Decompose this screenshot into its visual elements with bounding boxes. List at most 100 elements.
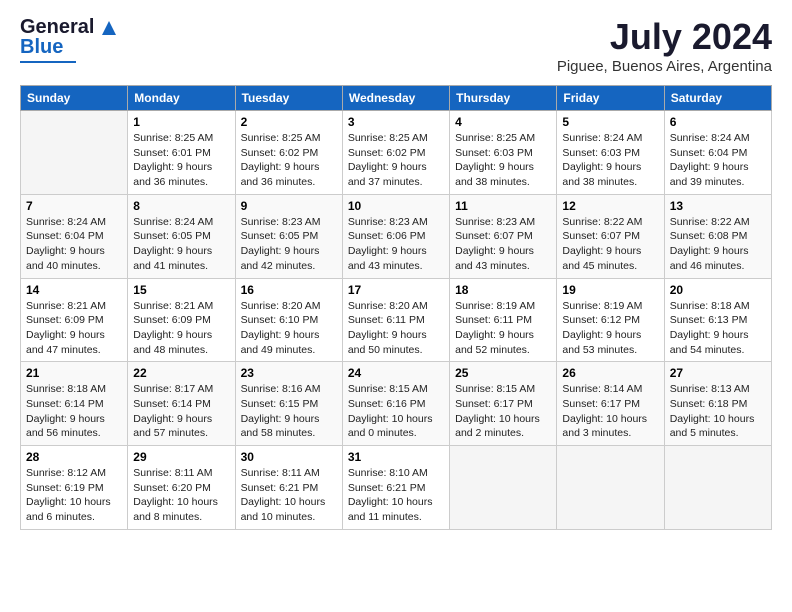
day-number: 18: [455, 283, 551, 297]
sunset-text: Sunset: 6:17 PM: [455, 398, 533, 410]
daylight-text: Daylight: 10 hours and 5 minutes.: [670, 413, 755, 440]
day-cell-w4-d7: 27Sunrise: 8:13 AMSunset: 6:18 PMDayligh…: [664, 362, 771, 446]
day-number: 3: [348, 115, 444, 129]
day-cell-w2-d2: 8 Sunrise: 8:24 AM Sunset: 6:05 PM Daylight…: [128, 194, 235, 278]
sunset-text: Sunset: 6:15 PM: [241, 398, 319, 410]
day-number: 8: [133, 199, 229, 213]
daylight-text: Daylight: 9 hours and 37 minutes.: [348, 161, 427, 188]
daylight-text: Daylight: 9 hours and 47 minutes.: [26, 329, 105, 356]
sunrise-text: Sunrise: 8:22 AM: [562, 216, 642, 228]
day-number: 14: [26, 283, 122, 297]
day-cell-w5-d5: [450, 446, 557, 530]
day-cell-w1-d7: 6Sunrise: 8:24 AMSunset: 6:04 PMDaylight…: [664, 111, 771, 195]
day-cell-w1-d4: 3Sunrise: 8:25 AMSunset: 6:02 PMDaylight…: [342, 111, 449, 195]
sunrise-text: Sunrise: 8:23 AM: [348, 216, 428, 228]
daylight-text: Daylight: 10 hours and 8 minutes.: [133, 496, 218, 523]
sunrise-text: Sunrise: 8:24 AM: [133, 216, 213, 228]
sunrise-text: Sunrise: 8:23 AM: [241, 216, 321, 228]
day-number: 13: [670, 199, 766, 213]
day-info: Sunrise: 8:21 AMSunset: 6:09 PMDaylight:…: [26, 299, 122, 358]
page-subtitle: Piguee, Buenos Aires, Argentina: [557, 58, 772, 75]
logo-triangle-icon: [101, 20, 117, 36]
sunset-text: Sunset: 6:05 PM: [241, 230, 319, 242]
sunrise-text: Sunrise: 8:19 AM: [455, 300, 535, 312]
day-cell-w4-d4: 24Sunrise: 8:15 AMSunset: 6:16 PMDayligh…: [342, 362, 449, 446]
week-row-5: 28Sunrise: 8:12 AMSunset: 6:19 PMDayligh…: [21, 446, 772, 530]
day-number: 10: [348, 199, 444, 213]
day-number: 23: [241, 366, 337, 380]
sunrise-text: Sunrise: 8:18 AM: [26, 383, 106, 395]
sunset-text: Sunset: 6:05 PM: [133, 230, 211, 242]
sunset-text: Sunset: 6:11 PM: [455, 314, 532, 326]
week-row-3: 14Sunrise: 8:21 AMSunset: 6:09 PMDayligh…: [21, 278, 772, 362]
day-cell-w2-d4: 10 Sunrise: 8:23 AMSunset: 6:06 PMDayligh…: [342, 194, 449, 278]
daylight-text: Daylight: 9 hours and 43 minutes.: [348, 245, 427, 272]
daylight-text: Daylight: 9 hours and 39 minutes.: [670, 161, 749, 188]
sunset-text: Sunset: 6:12 PM: [562, 314, 640, 326]
title-block: July 2024 Piguee, Buenos Aires, Argentin…: [557, 16, 772, 75]
day-cell-w3-d6: 19Sunrise: 8:19 AMSunset: 6:12 PMDayligh…: [557, 278, 664, 362]
daylight-text: Daylight: 10 hours and 2 minutes.: [455, 413, 540, 440]
daylight-text: Daylight: 9 hours and 48 minutes.: [133, 329, 212, 356]
daylight-text: Daylight: 9 hours and 45 minutes.: [562, 245, 641, 272]
daylight-text: Daylight: 10 hours and 11 minutes.: [348, 496, 433, 523]
day-info: Sunrise: 8:18 AMSunset: 6:13 PMDaylight:…: [670, 299, 766, 358]
sunrise-text: Sunrise: 8:19 AM: [562, 300, 642, 312]
day-number: 15: [133, 283, 229, 297]
sunset-text: Sunset: 6:08 PM: [670, 230, 748, 242]
day-cell-w1-d1: [21, 111, 128, 195]
week-row-4: 21 Sunrise: 8:18 AMSunset: 6:14 PMDayligh…: [21, 362, 772, 446]
sunrise-text: Sunrise: 8:24 AM: [26, 216, 106, 228]
day-number: 4: [455, 115, 551, 129]
day-info: Sunrise: 8:23 AMSunset: 6:05 PMDaylight:…: [241, 215, 337, 274]
day-number: 7: [26, 199, 122, 213]
sunset-text: Sunset: 6:17 PM: [562, 398, 640, 410]
day-cell-w1-d3: 2Sunrise: 8:25 AMSunset: 6:02 PMDaylight…: [235, 111, 342, 195]
day-cell-w4-d3: 23Sunrise: 8:16 AMSunset: 6:15 PMDayligh…: [235, 362, 342, 446]
sunrise-text: Sunrise: 8:17 AM: [133, 383, 213, 395]
day-cell-w5-d1: 28Sunrise: 8:12 AMSunset: 6:19 PMDayligh…: [21, 446, 128, 530]
sunrise-text: Sunrise: 8:23 AM: [455, 216, 535, 228]
day-number: 27: [670, 366, 766, 380]
sunset-text: Sunset: 6:20 PM: [133, 482, 211, 494]
logo-blue: Blue: [20, 36, 63, 59]
day-number: 30: [241, 450, 337, 464]
sunset-text: Sunset: 6:09 PM: [133, 314, 211, 326]
day-number: 21: [26, 366, 122, 380]
day-info: Sunrise: 8:23 AMSunset: 6:06 PMDaylight:…: [348, 215, 444, 274]
day-info: Sunrise: 8:24 AMSunset: 6:04 PMDaylight:…: [26, 215, 122, 274]
sunset-text: Sunset: 6:21 PM: [241, 482, 319, 494]
week-row-2: 7 Sunrise: 8:24 AMSunset: 6:04 PMDaylight…: [21, 194, 772, 278]
day-info: Sunrise: 8:11 AMSunset: 6:20 PMDaylight:…: [133, 466, 229, 525]
daylight-text: Daylight: 10 hours and 6 minutes.: [26, 496, 111, 523]
sunrise-text: Sunrise: 8:10 AM: [348, 467, 428, 479]
sunrise-text: Sunrise: 8:15 AM: [455, 383, 535, 395]
day-info: Sunrise: 8:24 AMSunset: 6:04 PMDaylight:…: [670, 131, 766, 190]
daylight-text: Daylight: 9 hours and 38 minutes.: [562, 161, 641, 188]
sunset-text: Sunset: 6:10 PM: [241, 314, 319, 326]
sunset-text: Sunset: 6:18 PM: [670, 398, 748, 410]
header-wednesday: Wednesday: [342, 86, 449, 111]
day-cell-w5-d6: [557, 446, 664, 530]
sunrise-text: Sunrise: 8:11 AM: [241, 467, 320, 479]
daylight-text: Daylight: 9 hours and 41 minutes.: [133, 245, 212, 272]
sunrise-text: Sunrise: 8:25 AM: [241, 132, 321, 144]
sunrise-text: Sunrise: 8:20 AM: [241, 300, 321, 312]
sunset-text: Sunset: 6:21 PM: [348, 482, 426, 494]
header-tuesday: Tuesday: [235, 86, 342, 111]
logo-general: General: [20, 16, 94, 38]
day-number: 5: [562, 115, 658, 129]
day-info: Sunrise: 8:17 AMSunset: 6:14 PMDaylight:…: [133, 382, 229, 441]
daylight-text: Daylight: 9 hours and 43 minutes.: [455, 245, 534, 272]
daylight-text: Daylight: 10 hours and 0 minutes.: [348, 413, 433, 440]
day-number: 12: [562, 199, 658, 213]
logo: General Blue: [20, 16, 117, 63]
sunrise-text: Sunrise: 8:21 AM: [133, 300, 213, 312]
header: General Blue July 2024 Piguee, Buenos Ai…: [20, 16, 772, 75]
day-cell-w2-d7: 13Sunrise: 8:22 AMSunset: 6:08 PMDayligh…: [664, 194, 771, 278]
day-info: Sunrise: 8:24 AM Sunset: 6:05 PM Daylight:…: [133, 215, 229, 274]
day-info: Sunrise: 8:20 AMSunset: 6:10 PMDaylight:…: [241, 299, 337, 358]
day-info: Sunrise: 8:19 AMSunset: 6:11 PMDaylight:…: [455, 299, 551, 358]
day-info: Sunrise: 8:18 AMSunset: 6:14 PMDaylight:…: [26, 382, 122, 441]
day-cell-w4-d6: 26Sunrise: 8:14 AMSunset: 6:17 PMDayligh…: [557, 362, 664, 446]
